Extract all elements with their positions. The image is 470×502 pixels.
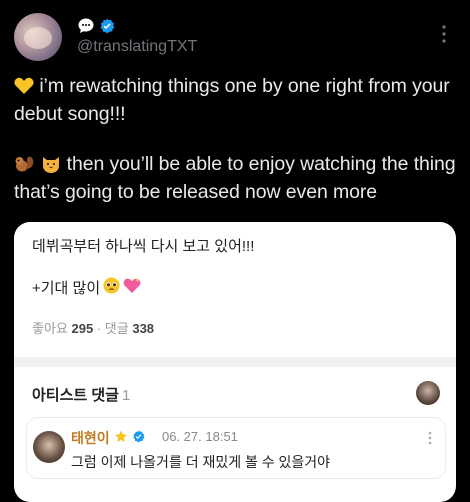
artist-comments-header: 아티스트 댓글 1 [32,384,130,405]
profile-avatar[interactable] [14,13,62,61]
display-name[interactable] [77,17,115,35]
embedded-screenshot-card[interactable]: 데뷔곡부터 하나씩 다시 보고 있어!!! +기대 많이 좋아요 295 · 댓… [14,222,456,502]
tweet-line-2-text: then you’ll be able to enjoy watching th… [14,153,456,203]
section-divider [14,357,456,367]
post-text-2: +기대 많이 [32,277,141,298]
chipmunk-emoji [14,153,36,180]
user-handle[interactable]: @translatingTXT [77,38,197,56]
tweet-line-1: i’m rewatching things one by one right f… [14,74,459,127]
reply-text: 그럼 이제 나올거를 더 재밌게 볼 수 있을거야 [71,454,331,470]
post-stats: 좋아요 295 · 댓글 338 [32,318,154,337]
likes-count: 295 [71,321,94,336]
stats-separator: · [96,321,105,336]
verified-badge-icon [132,430,145,446]
post-text: 데뷔곡부터 하나씩 다시 보고 있어!!! [32,238,255,255]
sparkling-heart-emoji [123,277,141,298]
reply-author[interactable]: 태현이 [71,428,145,448]
reply-avatar[interactable] [33,431,65,463]
verified-badge-icon [99,18,115,34]
comments-label: 댓글 [104,321,129,336]
likes-label: 좋아요 [32,321,68,336]
tweet-line-1-text: i’m rewatching things one by one right f… [14,75,450,125]
pleading-face-emoji [103,277,120,298]
cat-emoji [41,153,61,180]
speech-bubble-icon [77,17,95,35]
more-icon[interactable] [423,430,437,446]
artist-reply[interactable]: 태현이 06. 27. 18:51 그럼 이제 나올거를 더 재밌게 볼 수 있… [26,417,446,479]
star-badge-icon [114,430,128,447]
tweet-line-2: then you’ll be able to enjoy watching th… [14,152,459,205]
more-icon[interactable] [434,24,454,44]
reply-author-name: 태현이 [71,430,110,446]
artist-comments-label: 아티스트 댓글 [32,387,119,404]
tweet-body: i’m rewatching things one by one right f… [14,74,459,205]
yellow-heart-emoji [14,76,34,102]
post-text-2-label: +기대 많이 [32,280,101,297]
comments-count: 338 [132,321,155,336]
reply-date: 06. 27. 18:51 [162,429,238,444]
artist-avatar[interactable] [416,381,440,405]
artist-comments-count: 1 [121,387,131,404]
